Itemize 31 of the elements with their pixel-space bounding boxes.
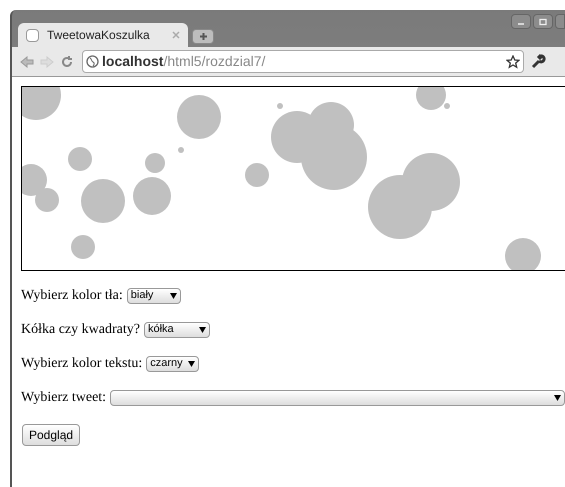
field-label: Wybierz kolor tła: — [21, 287, 123, 305]
dropdown-arrow-icon — [188, 360, 196, 366]
field-label: Wybierz tweet: — [21, 389, 106, 407]
dropdown-select[interactable]: czarny — [146, 356, 200, 372]
address-bar[interactable]: localhost/html5/rozdzial7/ — [82, 50, 524, 73]
field-label: Kółka czy kwadraty? — [21, 321, 140, 339]
url-path: /html5/rozdzial7/ — [163, 53, 266, 69]
close-icon[interactable] — [172, 31, 180, 39]
dropdown-select[interactable]: biały — [126, 288, 181, 304]
dropdown-select[interactable]: kółka — [144, 322, 210, 338]
minimize-button[interactable] — [511, 14, 531, 29]
back-arrow-icon[interactable] — [20, 56, 34, 68]
new-tab-button[interactable] — [192, 29, 214, 44]
tab-title: TweetowaKoszulka — [47, 27, 151, 44]
dropdown-select[interactable] — [110, 390, 565, 406]
maximize-button[interactable] — [533, 14, 553, 29]
reload-icon[interactable] — [60, 54, 74, 68]
page-icon — [26, 28, 39, 42]
maximize-icon — [539, 18, 547, 26]
wrench-icon[interactable] — [530, 54, 546, 70]
dropdown-arrow-icon — [198, 326, 206, 332]
dropdown-arrow-icon — [554, 394, 561, 400]
browser-tab[interactable]: TweetowaKoszulka — [18, 23, 188, 47]
close-button[interactable] — [555, 14, 565, 29]
url-host: localhost — [102, 53, 164, 69]
field-label: Wybierz kolor tekstu: — [21, 355, 142, 373]
preview-button[interactable]: Podgląd — [22, 424, 80, 446]
plus-icon — [198, 32, 208, 41]
globe-icon — [86, 55, 99, 68]
star-icon[interactable] — [506, 54, 520, 68]
dropdown-arrow-icon — [170, 292, 177, 298]
